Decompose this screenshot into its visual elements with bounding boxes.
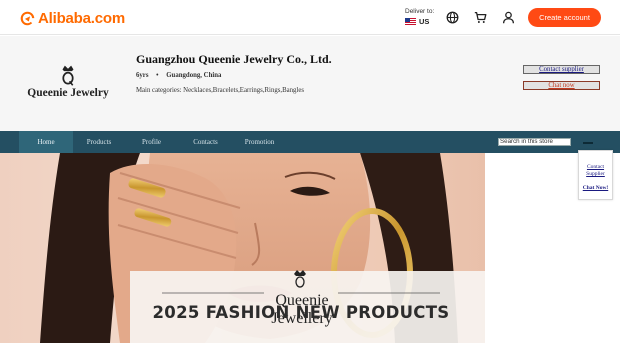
global-header: Alibaba.com Deliver to: US Create accoun bbox=[0, 0, 620, 35]
meta-separator: • bbox=[156, 72, 159, 79]
banner-headline: 2025 FASHION NEW PRODUCTS bbox=[152, 303, 450, 322]
nav-profile[interactable]: Profile bbox=[125, 131, 178, 153]
alibaba-logo-text: Alibaba.com bbox=[38, 9, 125, 27]
globe-icon[interactable] bbox=[446, 11, 459, 24]
alibaba-logo-icon bbox=[20, 11, 35, 25]
nav-products[interactable]: Products bbox=[73, 131, 125, 153]
company-name: Guangzhou Queenie Jewelry Co., Ltd. bbox=[136, 52, 332, 66]
chat-now-button[interactable]: Chat now bbox=[523, 81, 600, 90]
supplier-brand-name: Queenie Jewelry bbox=[27, 87, 109, 99]
supplier-header: Queenie Jewelry Guangzhou Queenie Jewelr… bbox=[0, 36, 620, 131]
store-nav: Home Products Profile Contacts Promotion… bbox=[0, 131, 620, 153]
supplier-years: 6yrs bbox=[136, 72, 149, 79]
cart-icon[interactable] bbox=[474, 11, 487, 24]
deliver-country: US bbox=[419, 17, 430, 26]
widget-contact-supplier-link[interactable]: Contact Supplier bbox=[579, 164, 612, 178]
supplier-meta: 6yrs • Guangdong, China bbox=[136, 72, 221, 79]
deliver-to-label: Deliver to: bbox=[405, 8, 435, 15]
nav-contacts[interactable]: Contacts bbox=[178, 131, 233, 153]
supplier-location: Guangdong, China bbox=[166, 72, 222, 79]
store-search-input[interactable]: Search in this store bbox=[498, 138, 571, 146]
deliver-to-row: US bbox=[405, 17, 434, 26]
supplier-logo[interactable]: Queenie Jewelry bbox=[22, 64, 114, 114]
us-flag-icon bbox=[405, 18, 416, 25]
main-categories: Main categories: Necklaces,Bracelets,Ear… bbox=[136, 87, 304, 94]
user-icon[interactable] bbox=[502, 11, 515, 24]
create-account-button[interactable]: Create account bbox=[528, 8, 601, 27]
hero-banner[interactable]: Queenie Jewellery 2025 FASHION NEW PRODU… bbox=[0, 153, 485, 343]
floating-contact-widget: Contact Supplier Chat Now! bbox=[578, 150, 613, 200]
queenie-crown-logo-icon bbox=[62, 65, 74, 86]
deliver-to-selector[interactable]: Deliver to: US bbox=[405, 8, 434, 26]
nav-promotion[interactable]: Promotion bbox=[233, 131, 286, 153]
store-search-button[interactable] bbox=[583, 142, 593, 144]
nav-home[interactable]: Home bbox=[19, 131, 73, 153]
widget-chat-now-link[interactable]: Chat Now! bbox=[579, 185, 612, 191]
contact-supplier-button[interactable]: Contact supplier bbox=[523, 65, 600, 74]
alibaba-logo[interactable]: Alibaba.com bbox=[19, 8, 125, 28]
